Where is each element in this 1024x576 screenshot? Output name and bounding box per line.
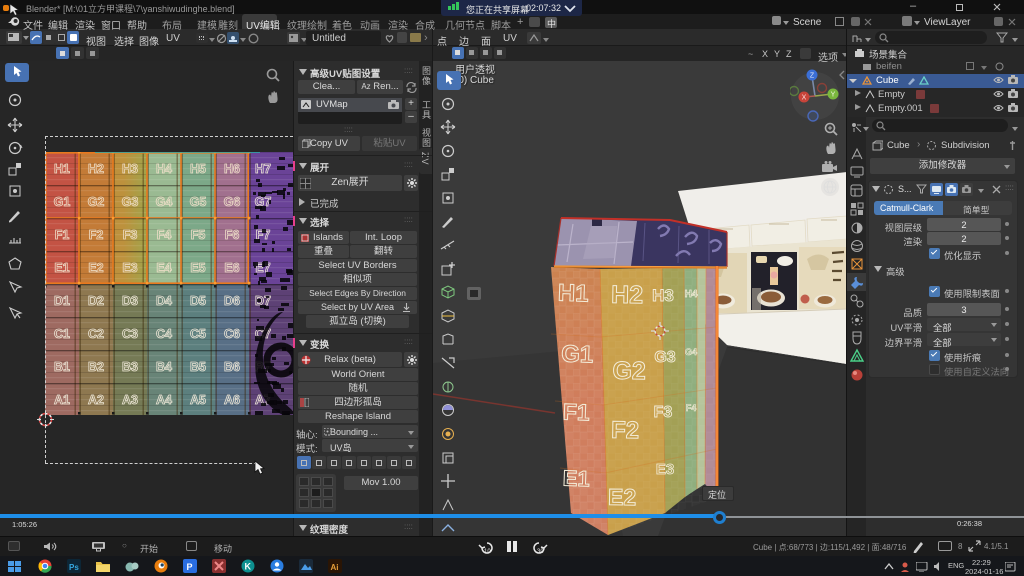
- svg-text:B5: B5: [190, 360, 206, 374]
- svg-text:P: P: [187, 562, 193, 572]
- svg-text:A4: A4: [156, 393, 172, 407]
- svg-text:F2: F2: [611, 417, 639, 444]
- svg-text:B1: B1: [54, 360, 70, 374]
- svg-text:H4: H4: [685, 289, 698, 300]
- svg-text:Y: Y: [831, 92, 836, 99]
- svg-text:B4: B4: [156, 360, 172, 374]
- svg-text:A3: A3: [122, 393, 138, 407]
- svg-text:A6: A6: [224, 393, 240, 407]
- svg-text:Z: Z: [810, 73, 815, 80]
- svg-text:X: X: [802, 95, 807, 102]
- svg-text:10: 10: [484, 549, 491, 554]
- svg-text:H7: H7: [255, 162, 271, 176]
- svg-text:B2: B2: [88, 360, 104, 374]
- svg-text:K: K: [245, 562, 252, 572]
- svg-text:A1: A1: [54, 393, 70, 407]
- svg-text:F1: F1: [562, 399, 590, 426]
- svg-text:Ps: Ps: [69, 563, 79, 572]
- svg-text:G2: G2: [612, 357, 646, 386]
- svg-text:E1: E1: [562, 466, 590, 492]
- svg-text:H1: H1: [557, 279, 589, 307]
- svg-text:H3: H3: [652, 286, 674, 305]
- svg-text:B6: B6: [224, 360, 240, 374]
- svg-text:F3: F3: [654, 404, 673, 421]
- svg-text:B3: B3: [122, 360, 138, 374]
- svg-text:E2: E2: [608, 484, 637, 510]
- svg-text:E3: E3: [656, 461, 674, 478]
- svg-text:30: 30: [537, 549, 544, 554]
- svg-text:Ai: Ai: [331, 563, 339, 572]
- svg-text:A2: A2: [88, 393, 104, 407]
- svg-text:G3: G3: [654, 349, 675, 366]
- svg-text:A5: A5: [190, 393, 206, 407]
- svg-text:F4: F4: [686, 403, 697, 413]
